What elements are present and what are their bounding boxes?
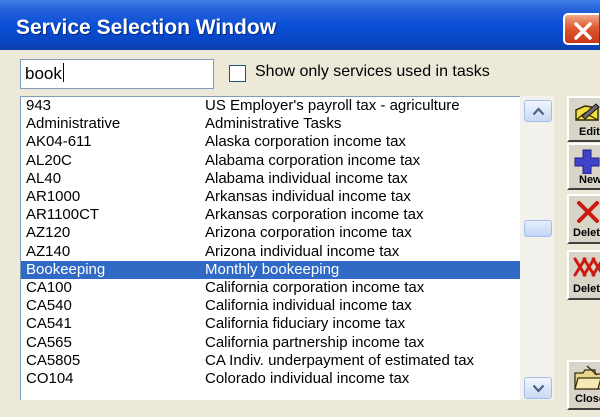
scroll-down-button[interactable] [524, 377, 552, 399]
service-description: California partnership income tax [205, 333, 425, 351]
service-code: CO104 [26, 370, 74, 387]
service-row[interactable]: CA540 California individual income tax [21, 297, 521, 315]
service-code: CA5805 [26, 351, 81, 369]
service-code: 943 [26, 97, 52, 114]
scroll-thumb[interactable] [524, 220, 552, 237]
service-code: CA100 [26, 279, 72, 296]
service-row[interactable]: AR1100CT Arkansas corporation income tax [21, 206, 521, 224]
service-description: California individual income tax [205, 297, 412, 315]
service-row[interactable]: AR1000 Arkansas individual income tax [21, 188, 521, 206]
service-code: AZ140 [26, 242, 71, 260]
folder-open-icon [574, 365, 600, 390]
delete-button[interactable]: Delete [567, 194, 600, 244]
service-code: CA541 [26, 315, 72, 333]
close-button[interactable]: Close [567, 360, 600, 410]
service-code: AL40 [26, 169, 62, 187]
service-code: AR1100CT [26, 206, 100, 224]
text-caret [62, 63, 64, 82]
service-description: Alabama corporation income tax [205, 151, 421, 169]
service-description: Colorado individual income tax [205, 370, 410, 387]
service-description: Administrative Tasks [205, 115, 342, 133]
service-row[interactable]: AZ120 Arizona corporation income tax [21, 224, 521, 242]
service-code: AR1000 [26, 188, 81, 205]
chevron-down-icon [532, 384, 545, 393]
new-label: New [579, 174, 600, 186]
service-code: CA565 [26, 333, 72, 351]
service-description: California fiduciary income tax [205, 315, 406, 333]
service-row[interactable]: AZ140 Arizona individual income tax [21, 243, 521, 261]
service-row[interactable]: CA565 California partnership income tax [21, 334, 521, 352]
service-description: Alabama individual income tax [205, 169, 408, 187]
service-row[interactable]: 943 US Employer's payroll tax - agricultu… [21, 97, 521, 115]
show-used-only-label: Show only services used in tasks [255, 63, 490, 80]
service-description: Monthly bookeeping [205, 260, 340, 278]
service-code: AL20C [26, 151, 72, 169]
service-row[interactable]: CA5805 CA Indiv. underpayment of estimate… [21, 352, 521, 370]
service-row[interactable]: AK04-611 Alaska corporation income tax [21, 133, 521, 151]
service-row[interactable]: CA100 California corporation income tax [21, 279, 521, 297]
service-list[interactable]: 943 US Employer's payroll tax - agricultu… [20, 96, 554, 400]
delete-icon [577, 201, 599, 223]
window-title: Service Selection Window [16, 16, 277, 39]
edit-label: Edit [579, 126, 600, 138]
scroll-up-button[interactable] [524, 100, 552, 122]
service-row[interactable]: CA541 California fiduciary income tax [21, 315, 521, 333]
delete-label: Delete [573, 227, 600, 239]
service-row[interactable]: Bookeeping Monthly bookeeping [21, 260, 521, 279]
service-code: Administrative [26, 115, 121, 133]
service-description: Arkansas individual income tax [205, 188, 411, 205]
chevron-up-icon [532, 107, 545, 116]
service-code: CA540 [26, 297, 72, 315]
delete-all-button[interactable]: Delete [567, 250, 600, 300]
service-description: Alaska corporation income tax [205, 133, 406, 151]
service-row[interactable]: AL40 Alabama individual income tax [21, 170, 521, 188]
service-code: AZ120 [26, 224, 71, 242]
service-description: US Employer's payroll tax - agriculture [205, 97, 460, 114]
delete-all-icon [573, 257, 600, 277]
show-used-only-checkbox[interactable] [229, 65, 246, 82]
close-window-button[interactable] [563, 13, 599, 45]
search-input-value: book [25, 64, 62, 83]
service-row[interactable]: Administrative Administrative Tasks [21, 115, 521, 133]
list-scrollbar[interactable] [520, 96, 554, 400]
service-code: Bookeeping [26, 260, 106, 278]
close-icon [574, 22, 592, 40]
service-row[interactable]: AL20C Alabama corporation income tax [21, 152, 521, 170]
edit-icon [575, 103, 600, 121]
plus-icon [574, 149, 600, 174]
service-description: Arkansas corporation income tax [205, 206, 424, 224]
delete-all-label: Delete [573, 283, 600, 295]
service-code: AK04-611 [26, 133, 92, 151]
service-description: Arizona corporation income tax [205, 224, 412, 242]
new-button[interactable]: New [567, 143, 600, 190]
service-row[interactable]: CO104 Colorado individual income tax [21, 370, 521, 388]
service-description: Arizona individual income tax [205, 242, 400, 260]
close-label: Close [575, 393, 600, 405]
title-bar: Service Selection Window [0, 0, 600, 50]
service-description: CA Indiv. underpayment of estimated tax [205, 351, 475, 369]
edit-button[interactable]: Edit [567, 96, 600, 142]
search-input[interactable]: book [20, 59, 214, 89]
service-description: California corporation income tax [205, 279, 425, 296]
